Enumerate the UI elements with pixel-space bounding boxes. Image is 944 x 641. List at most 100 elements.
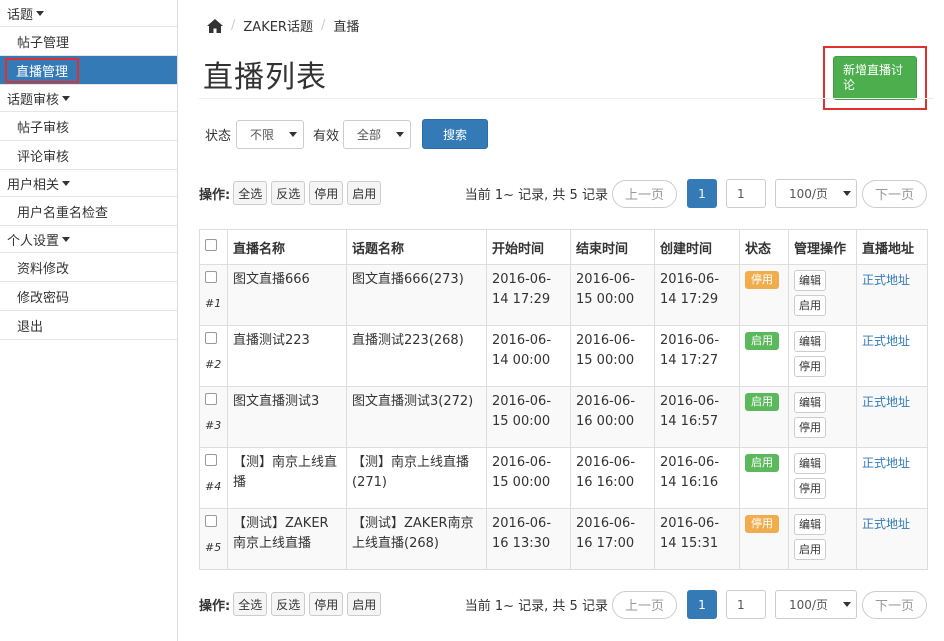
end-time-cell: 2016-06-16 00:00: [570, 386, 655, 448]
page-number-button[interactable]: 1: [686, 590, 717, 619]
sidebar-item-live[interactable]: 直播管理: [0, 56, 177, 85]
page-number-button[interactable]: 1: [686, 179, 717, 208]
live-url-link[interactable]: 正式地址: [862, 273, 910, 287]
bulk-disable-button[interactable]: 停用: [309, 181, 344, 205]
prev-page-button[interactable]: 上一页: [611, 590, 677, 619]
sidebar-group-label: 话题: [7, 7, 34, 23]
topic-name-cell: 图文直播666(273): [346, 264, 487, 326]
live-url-link[interactable]: 正式地址: [862, 334, 910, 348]
page-size-select[interactable]: 100/页: [774, 179, 857, 208]
edit-button[interactable]: 编辑: [794, 270, 826, 291]
end-time-cell: 2016-06-16 16:00: [570, 447, 655, 509]
column-header: 话题名称: [346, 229, 487, 265]
live-name-cell: 图文直播666: [227, 264, 347, 326]
select-all-button[interactable]: 全选: [233, 592, 268, 616]
sidebar-group-topics[interactable]: 话题: [0, 0, 177, 27]
live-name-cell: 图文直播测试3: [227, 386, 347, 448]
status-badge: 停用: [745, 271, 779, 289]
sidebar-group-personal[interactable]: 个人设置: [0, 226, 177, 253]
row-checkbox[interactable]: [205, 332, 217, 344]
status-badge: 启用: [745, 393, 779, 411]
url-cell: 正式地址: [856, 447, 928, 509]
actions-cell: 编辑 停用: [788, 325, 857, 387]
status-cell: 启用: [739, 325, 789, 387]
invert-selection-button[interactable]: 反选: [271, 592, 306, 616]
bulk-enable-button[interactable]: 启用: [347, 181, 382, 205]
row-select-cell: #2: [199, 325, 228, 387]
start-time-cell: 2016-06-16 13:30: [486, 508, 571, 570]
sidebar-item-post-review[interactable]: 帖子审核: [0, 112, 177, 141]
edit-button[interactable]: 编辑: [794, 514, 826, 535]
row-checkbox[interactable]: [205, 393, 217, 405]
edit-button[interactable]: 编辑: [794, 331, 826, 352]
add-live-button[interactable]: 新增直播讨论: [833, 56, 917, 100]
bulk-enable-button[interactable]: 启用: [347, 592, 382, 616]
sidebar-item-username-check[interactable]: 用户名重名检查: [0, 197, 177, 226]
caret-down-icon: [842, 602, 851, 607]
edit-button[interactable]: 编辑: [794, 453, 826, 474]
page-input[interactable]: 1: [725, 179, 766, 208]
live-url-link[interactable]: 正式地址: [862, 456, 910, 470]
status-badge: 启用: [745, 454, 779, 472]
home-icon[interactable]: [207, 18, 223, 33]
topic-name-cell: 【测】南京上线直播(271): [346, 447, 487, 509]
ops-label: 操作:: [199, 187, 231, 203]
toggle-status-button[interactable]: 启用: [794, 295, 826, 316]
status-filter-label: 状态: [205, 128, 232, 144]
select-all-checkbox[interactable]: [205, 239, 217, 251]
edit-button[interactable]: 编辑: [794, 392, 826, 413]
toggle-status-button[interactable]: 停用: [794, 417, 826, 438]
sidebar-group-label: 个人设置: [7, 233, 60, 249]
row-checkbox[interactable]: [205, 271, 217, 283]
page-title: 直播列表: [203, 60, 327, 95]
toggle-status-button[interactable]: 停用: [794, 356, 826, 377]
add-button-highlight: 新增直播讨论: [823, 46, 927, 110]
sidebar-group-users[interactable]: 用户相关: [0, 170, 177, 197]
table-row: #2 直播测试223 直播测试223(268) 2016-06-14 00:00 201…: [199, 325, 928, 387]
created-time-cell: 2016-06-14 16:57: [654, 386, 740, 448]
sidebar-group-label: 用户相关: [7, 177, 60, 193]
row-select-cell: #5: [199, 508, 228, 570]
status-select[interactable]: 不限: [236, 119, 305, 149]
sidebar-item-label: 评论审核: [17, 149, 70, 165]
sidebar-item-logout[interactable]: 退出: [0, 311, 177, 340]
caret-down-icon: [62, 95, 71, 101]
breadcrumb-separator: /: [320, 18, 326, 33]
row-select-cell: #1: [199, 264, 228, 326]
end-time-cell: 2016-06-15 00:00: [570, 325, 655, 387]
created-time-cell: 2016-06-14 17:29: [654, 264, 740, 326]
select-all-button[interactable]: 全选: [233, 181, 268, 205]
sidebar-item-profile[interactable]: 资料修改: [0, 253, 177, 282]
search-button[interactable]: 搜索: [422, 119, 489, 149]
page-size-select[interactable]: 100/页: [774, 590, 857, 619]
toggle-status-button[interactable]: 停用: [794, 478, 826, 499]
invert-selection-button[interactable]: 反选: [271, 181, 306, 205]
column-header: 状态: [739, 229, 789, 265]
column-header: 直播名称: [227, 229, 347, 265]
breadcrumb-topic[interactable]: ZAKER话题: [243, 16, 313, 35]
next-page-button[interactable]: 下一页: [861, 179, 927, 208]
live-url-link[interactable]: 正式地址: [862, 395, 910, 409]
next-page-button[interactable]: 下一页: [861, 590, 927, 619]
actions-cell: 编辑 停用: [788, 386, 857, 448]
row-number: #2: [205, 358, 222, 371]
row-checkbox[interactable]: [205, 515, 217, 527]
sidebar-item-comment-review[interactable]: 评论审核: [0, 141, 177, 170]
ops-bar-top: 操作: 全选 反选 停用 启用 当前 1~ 记录, 共 5 记录 上一页 1 1…: [199, 179, 927, 208]
live-url-link[interactable]: 正式地址: [862, 517, 910, 531]
page-input[interactable]: 1: [725, 590, 766, 619]
live-name-cell: 直播测试223: [227, 325, 347, 387]
bulk-disable-button[interactable]: 停用: [309, 592, 344, 616]
live-name-cell: 【测试】ZAKER南京上线直播: [227, 508, 347, 570]
row-checkbox[interactable]: [205, 454, 217, 466]
row-number: #1: [205, 297, 222, 310]
toggle-status-button[interactable]: 启用: [794, 539, 826, 560]
row-select-cell: #3: [199, 386, 228, 448]
sidebar-item-password[interactable]: 修改密码: [0, 282, 177, 311]
sidebar-group-topic-review[interactable]: 话题审核: [0, 85, 177, 112]
prev-page-button[interactable]: 上一页: [611, 179, 677, 208]
valid-select[interactable]: 全部: [343, 119, 412, 149]
divider: [199, 98, 934, 99]
start-time-cell: 2016-06-15 00:00: [486, 386, 571, 448]
sidebar-item-posts[interactable]: 帖子管理: [0, 27, 177, 56]
